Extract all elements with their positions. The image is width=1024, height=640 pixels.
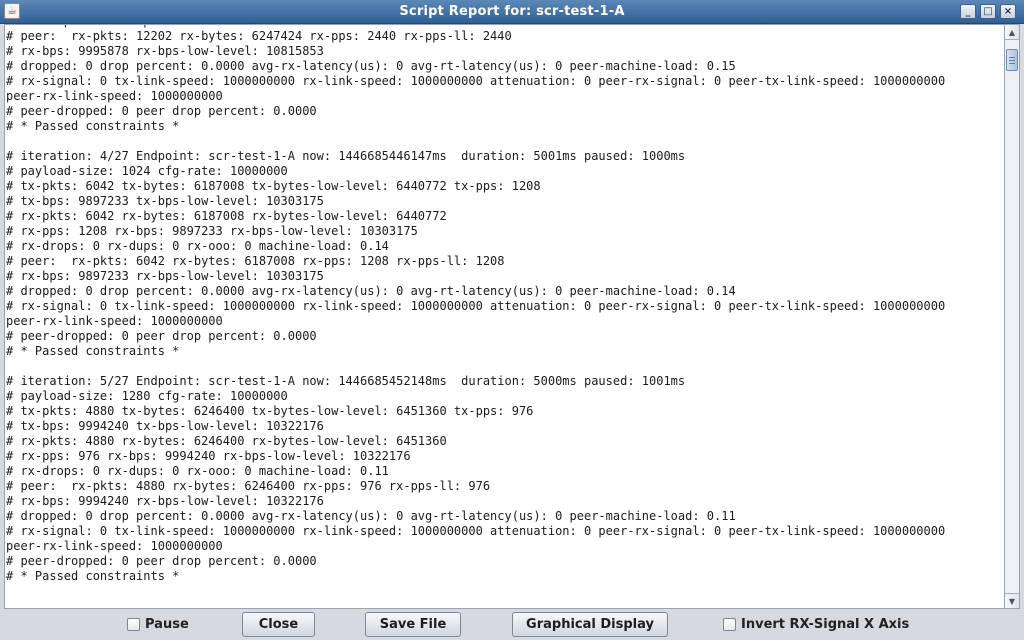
close-window-button[interactable]: × (1000, 4, 1016, 19)
save-file-button[interactable]: Save File (365, 612, 461, 637)
window-title: Script Report for: scr-test-1-A (399, 4, 625, 19)
graphical-display-button[interactable]: Graphical Display (512, 612, 668, 637)
pause-checkbox[interactable]: Pause (127, 617, 197, 633)
minimize-button[interactable]: _ (960, 4, 976, 19)
thumb-grip-line (1009, 60, 1015, 61)
thumb-grip-line (1009, 63, 1015, 64)
vertical-scrollbar[interactable]: ▲ ▼ (1005, 24, 1020, 609)
thumb-grip-line (1009, 57, 1015, 58)
scroll-thumb[interactable] (1006, 49, 1018, 71)
invert-rx-signal-checkbox[interactable]: Invert RX-Signal X Axis (723, 617, 913, 633)
scroll-down-arrow-icon[interactable]: ▼ (1005, 593, 1019, 608)
invert-rx-signal-checkbox-box[interactable] (723, 618, 736, 631)
report-text-area[interactable]: # rx-drops: 0 rx-dups: 0 rx-ooo: 0 machi… (4, 24, 1005, 609)
pause-checkbox-label: Pause (145, 617, 189, 632)
bottom-button-bar: Pause Close Save File Graphical Display … (0, 609, 1024, 640)
maximize-button[interactable]: □ (980, 4, 996, 19)
title-bar: ☕ Script Report for: scr-test-1-A _ □ × (0, 0, 1024, 24)
scroll-up-arrow-icon[interactable]: ▲ (1005, 25, 1019, 40)
report-text: # rx-drops: 0 rx-dups: 0 rx-ooo: 0 machi… (6, 25, 946, 583)
invert-rx-signal-checkbox-label: Invert RX-Signal X Axis (741, 617, 910, 632)
close-button[interactable]: Close (242, 612, 315, 637)
pause-checkbox-box[interactable] (127, 618, 140, 631)
